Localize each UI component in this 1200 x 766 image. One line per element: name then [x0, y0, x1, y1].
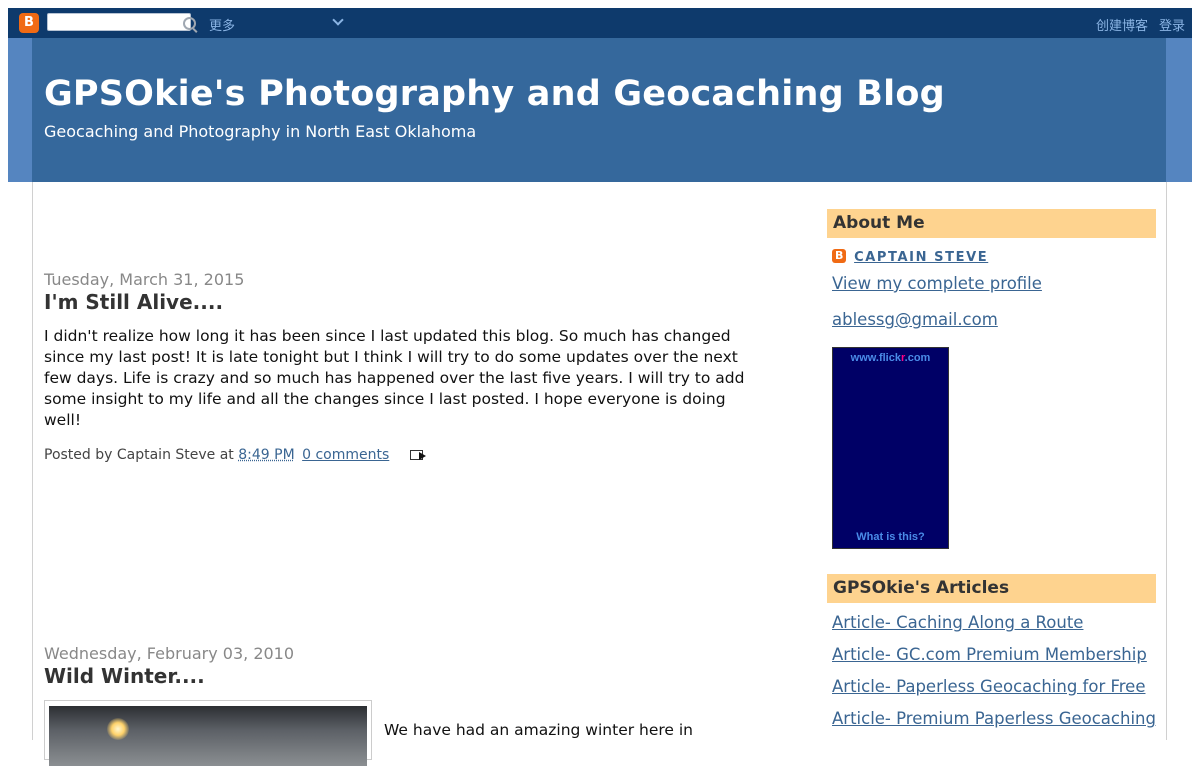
winter-photo[interactable] — [49, 706, 367, 766]
blogger-profile-icon: B — [832, 249, 846, 263]
flickr-url-prefix: www.flick — [850, 352, 901, 364]
article-link[interactable]: Article- Premium Paperless Geocaching — [832, 709, 1156, 728]
post-timestamp-link[interactable]: 8:49 PM — [238, 447, 294, 463]
search-input[interactable] — [47, 13, 191, 31]
email-link[interactable]: ablessg@gmail.com — [832, 310, 998, 329]
article-link[interactable]: Article- Caching Along a Route — [832, 613, 1083, 632]
arrow-shape — [418, 452, 426, 460]
article-link[interactable]: Article- Paperless Geocaching for Free — [832, 677, 1145, 696]
post-title[interactable]: I'm Still Alive.... — [44, 290, 223, 314]
flickr-url-suffix: .com — [904, 352, 931, 364]
login-link[interactable]: 登录 — [1159, 15, 1185, 34]
blogger-navbar: B 更多 创建博客 登录 — [8, 8, 1192, 39]
about-me-heading: About Me — [827, 209, 1156, 238]
flickr-what-link[interactable]: What is this? — [833, 531, 948, 543]
post-body: We have had an amazing winter here in — [384, 721, 694, 739]
search-icon[interactable] — [183, 17, 196, 30]
flickr-url-link[interactable]: www.flickr.com — [833, 352, 948, 364]
blogger-logo-icon[interactable]: B — [19, 13, 39, 33]
content-border-right — [1166, 182, 1167, 740]
email-post-icon[interactable] — [409, 449, 428, 461]
content-border-left — [32, 182, 33, 740]
profile-name-row: B CAPTAIN STEVE — [832, 246, 988, 265]
post-author: Posted by Captain Steve at — [44, 447, 234, 463]
view-profile-link[interactable]: View my complete profile — [832, 274, 1042, 293]
blog-title[interactable]: GPSOkie's Photography and Geocaching Blo… — [44, 74, 945, 114]
post-body: I didn't realize how long it has been si… — [44, 327, 745, 429]
post-comments-link[interactable]: 0 comments — [302, 447, 389, 463]
profile-icon-letter: B — [835, 249, 844, 262]
more-menu-label[interactable]: 更多 — [209, 15, 235, 34]
sun-glare — [107, 718, 129, 740]
post-photo[interactable] — [44, 700, 372, 766]
articles-heading: GPSOkie's Articles — [827, 574, 1156, 603]
article-link[interactable]: Article- GC.com Premium Membership — [832, 645, 1147, 664]
post-footer: Posted by Captain Steve at 8:49 PM 0 com… — [44, 447, 428, 463]
profile-name-link[interactable]: CAPTAIN STEVE — [854, 250, 988, 265]
post-date: Wednesday, February 03, 2010 — [44, 644, 295, 663]
blogger-logo-letter: B — [24, 15, 34, 30]
blog-description: Geocaching and Photography in North East… — [44, 122, 477, 141]
chevron-down-icon[interactable] — [332, 14, 344, 26]
post-title[interactable]: Wild Winter.... — [44, 664, 205, 688]
post-date: Tuesday, March 31, 2015 — [44, 270, 245, 289]
flickr-badge[interactable]: www.flickr.com What is this? — [832, 347, 949, 549]
create-blog-link[interactable]: 创建博客 — [1096, 15, 1148, 34]
